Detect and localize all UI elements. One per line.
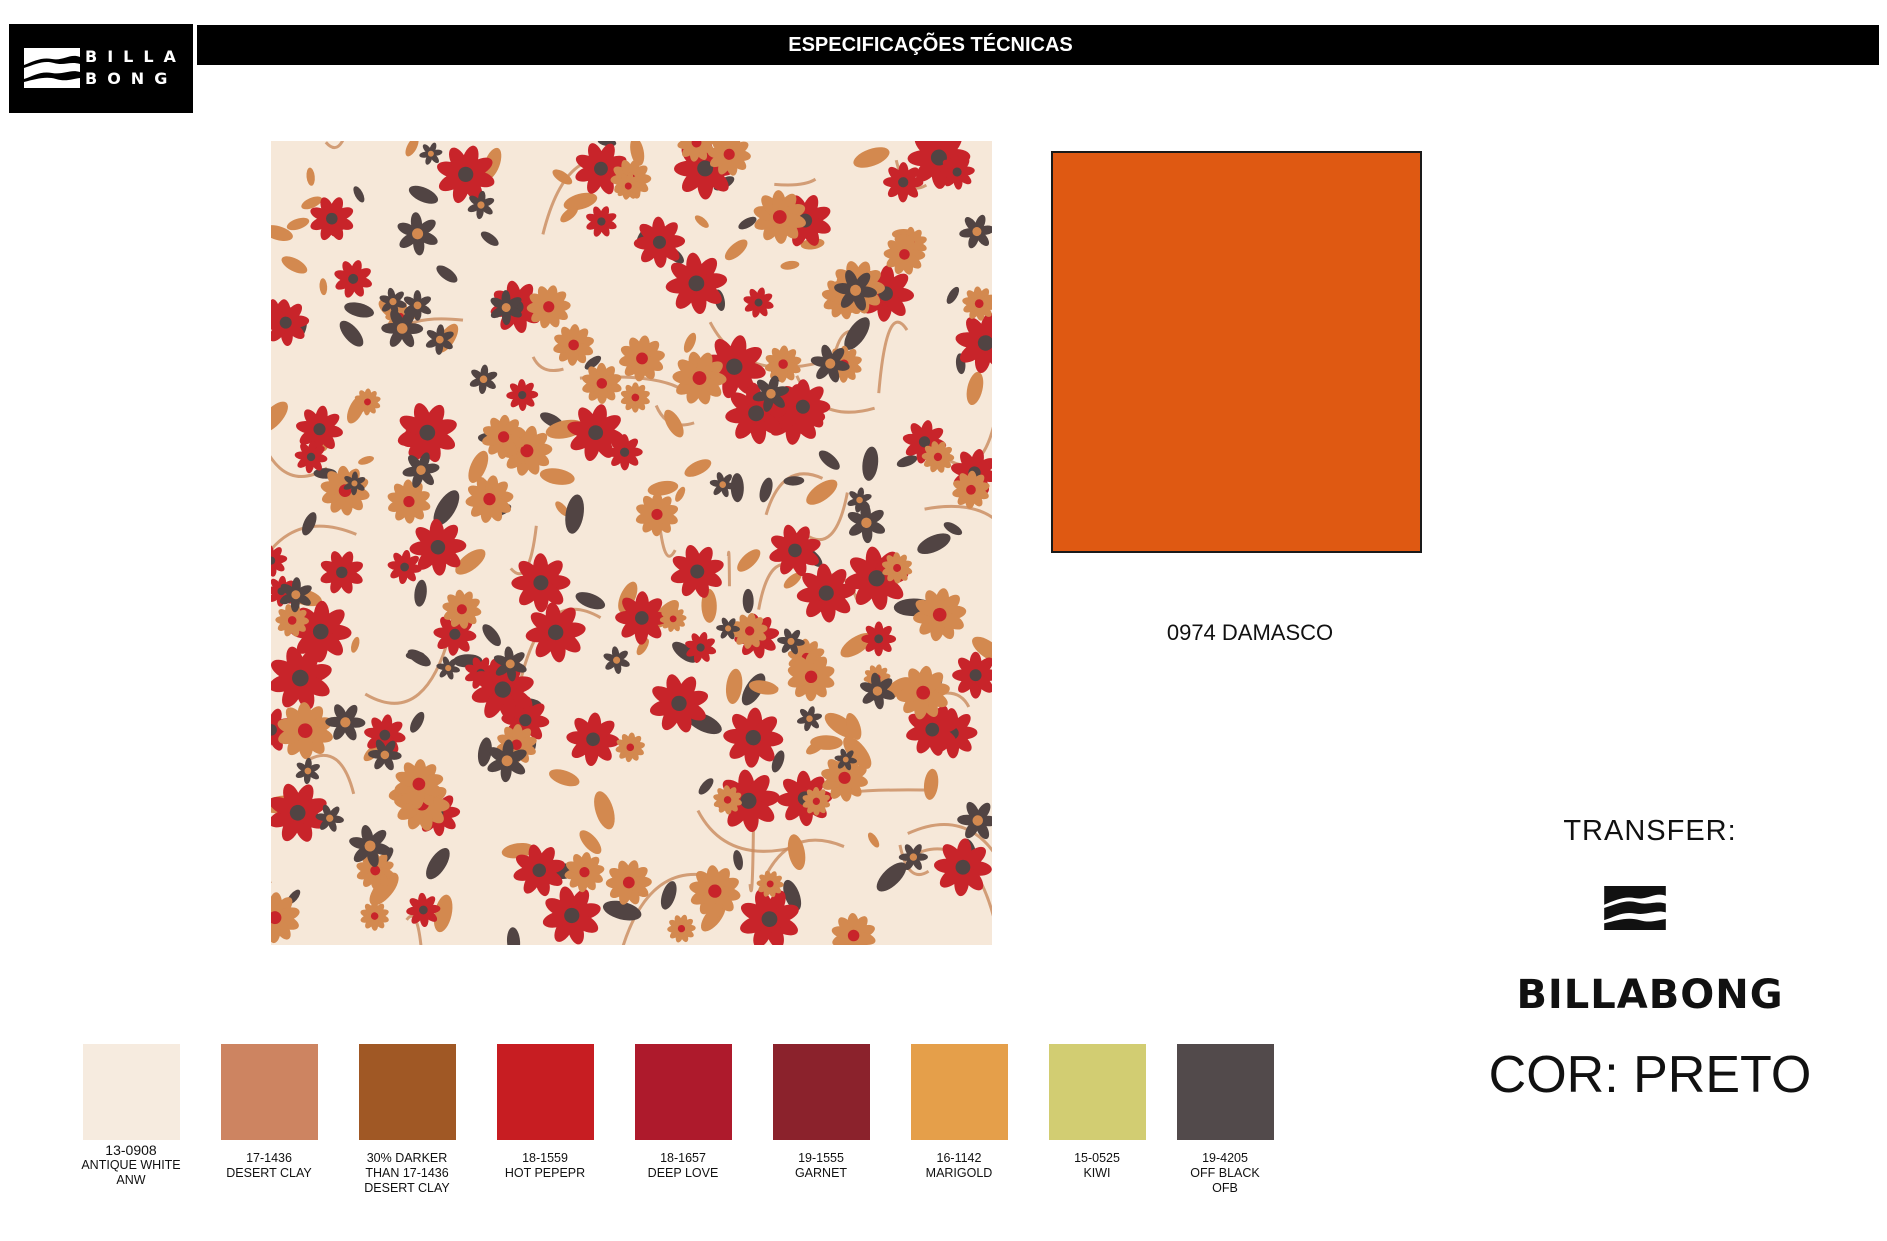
palette-caption-name: MARIGOLD [925,1166,993,1180]
palette-caption: 18-1559 HOT PEPEPR [470,1151,620,1181]
palette-chip [497,1044,594,1140]
palette-chip [1177,1044,1274,1140]
billabong-wave-icon [24,48,80,88]
palette-caption: 30% DARKER THAN 17-1436 DESERT CLAY [332,1151,482,1196]
palette-caption-name: HOT PEPEPR [504,1166,586,1180]
palette-caption-code: 30% DARKER [366,1151,448,1165]
palette-caption: 17-1436 DESERT CLAY [194,1151,344,1181]
logo-wordmark: BILLA BONG [85,46,186,90]
palette-caption-code: 18-1657 [660,1151,706,1165]
palette-caption-code: 13-0908 [105,1142,157,1158]
palette-caption-code: 19-1555 [798,1151,844,1165]
palette-caption-name: THAN 17-1436 [365,1166,449,1180]
palette-caption-name: OFF BLACK [1190,1166,1260,1180]
palette-caption-name: GARNET [794,1166,848,1180]
transfer-label: TRANSFER: [1563,815,1737,847]
page-title: ESPECIFICAÇÕES TÉCNICAS [788,34,1073,56]
palette-caption-extra: DESERT CLAY [364,1181,450,1195]
palette-caption: 13-0908 ANTIQUE WHITE ANW [56,1143,206,1188]
solid-color-swatch [1051,151,1422,553]
palette-caption: 16-1142 MARIGOLD [884,1151,1034,1181]
palette-caption-code: 19-4205 [1202,1151,1248,1165]
palette-chip [1049,1044,1146,1140]
palette-caption: 18-1657 DEEP LOVE [608,1151,758,1181]
brand-name: BILLABONG [1516,972,1784,1018]
palette-caption-code: 16-1142 [936,1151,982,1165]
cor-label: COR: PRETO [1488,1046,1812,1104]
palette-caption: 19-4205 OFF BLACK OFB [1150,1151,1300,1196]
palette-caption-name: ANTIQUE WHITE [81,1158,181,1172]
solid-color-label: 0974 DAMASCO [1166,620,1334,645]
palette-caption-code: 18-1559 [522,1151,568,1165]
palette-caption-extra: OFB [1212,1181,1238,1195]
floral-pattern-image [271,141,992,945]
palette-caption-name: DEEP LOVE [647,1166,719,1180]
logo-text-line1: BILLA [85,47,186,66]
logo-text-line2: BONG [85,69,178,88]
palette-chip [773,1044,870,1140]
palette-chip [221,1044,318,1140]
palette-chip [911,1044,1008,1140]
floral-print-swatch [271,141,992,945]
palette-caption-extra: ANW [116,1173,146,1187]
palette-chip [359,1044,456,1140]
header-bar: ESPECIFICAÇÕES TÉCNICAS [197,25,1879,65]
palette-caption-code: 17-1436 [246,1151,292,1165]
palette-chip [635,1044,732,1140]
billabong-logo: BILLA BONG [9,24,193,113]
palette-chip [83,1044,180,1140]
billabong-wave-icon [1604,886,1666,930]
palette-caption-name: DESERT CLAY [226,1166,312,1180]
palette-caption: 19-1555 GARNET [746,1151,896,1181]
